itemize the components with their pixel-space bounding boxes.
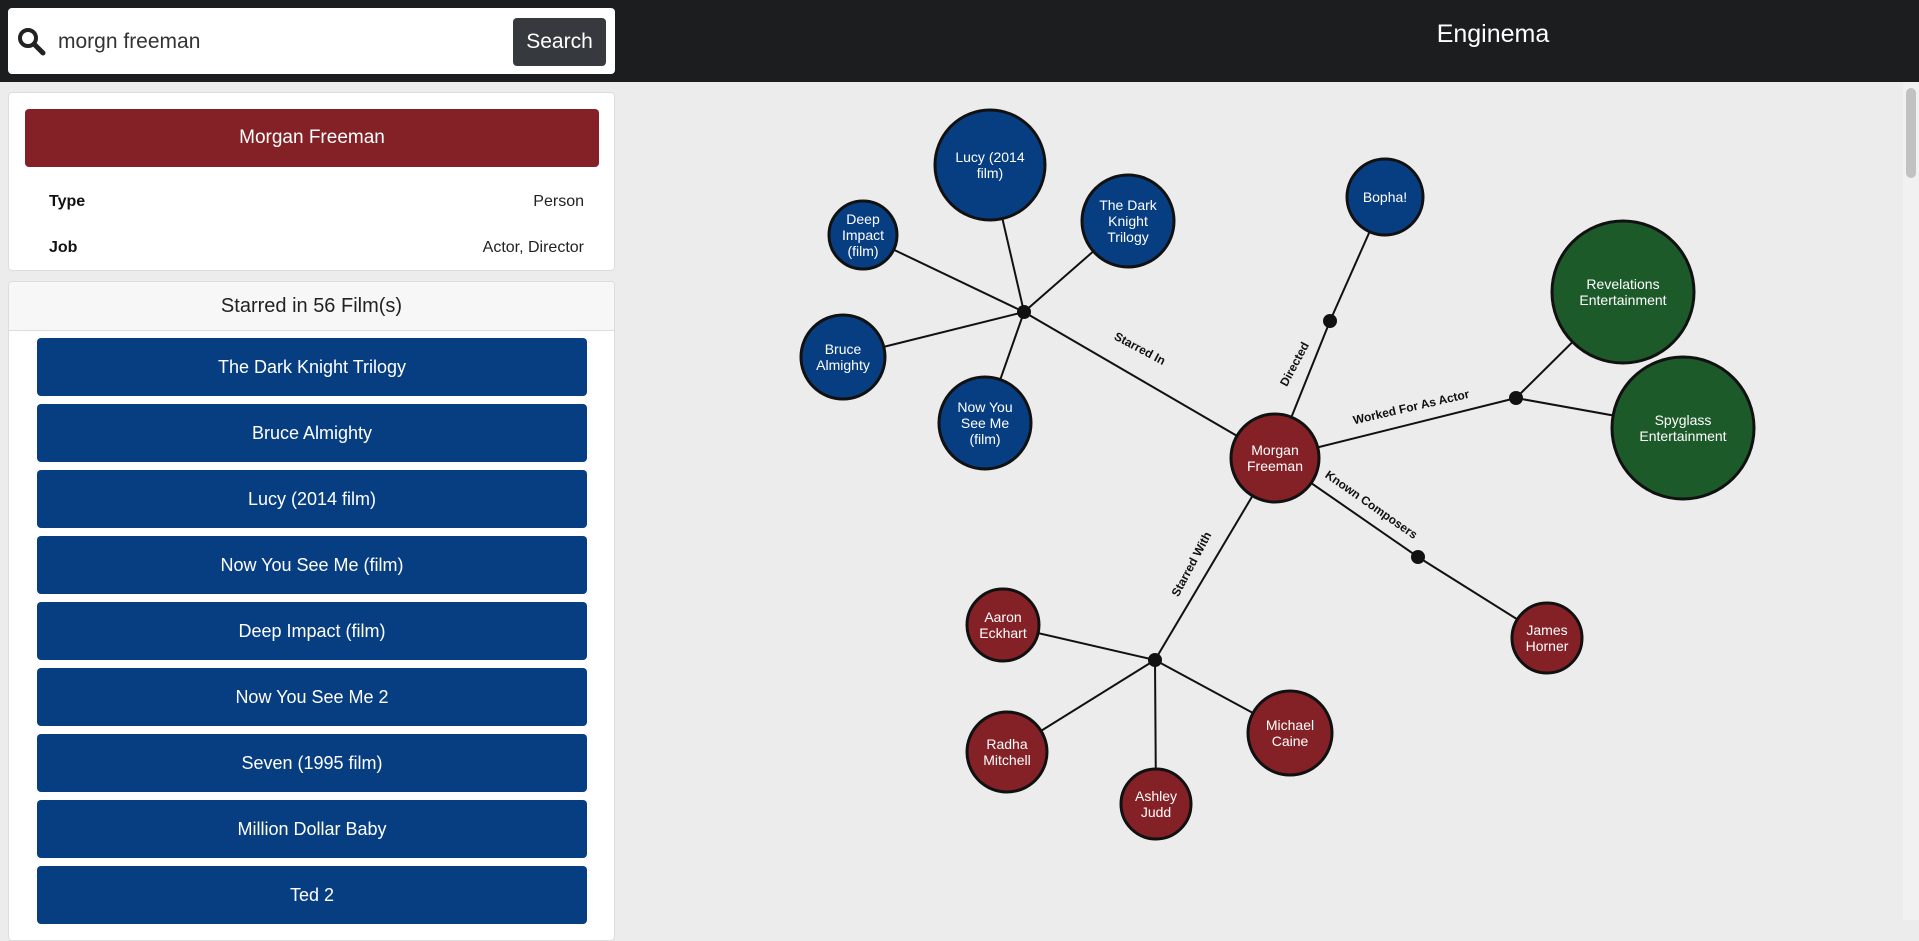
graph-node-label: Entertainment	[1579, 292, 1666, 308]
graph-node-michael[interactable]: MichaelCaine	[1246, 689, 1334, 777]
films-panel: Starred in 56 Film(s) The Dark Knight Tr…	[8, 281, 615, 941]
graph-node-label: Aaron	[984, 609, 1021, 625]
relation-label: Starred With	[1169, 529, 1215, 598]
film-list-item[interactable]: Deep Impact (film)	[37, 602, 587, 660]
graph-node-lucy[interactable]: Lucy (2014film)	[933, 108, 1047, 222]
info-label: Type	[49, 193, 86, 210]
film-list-item[interactable]: Seven (1995 film)	[37, 734, 587, 792]
graph-node-ashley[interactable]: AshleyJudd	[1119, 767, 1193, 841]
graph-node-dark[interactable]: The DarkKnightTrilogy	[1080, 173, 1176, 269]
graph-node-label: Ashley	[1135, 788, 1177, 804]
graph-node-label: Judd	[1141, 804, 1171, 820]
film-list-item[interactable]: Million Dollar Baby	[37, 800, 587, 858]
graph-node-label: Lucy (2014	[955, 149, 1024, 165]
films-header: Starred in 56 Film(s)	[9, 282, 614, 331]
graph-node-label: See Me	[961, 415, 1009, 431]
search-input[interactable]	[56, 22, 510, 62]
graph-node-label: The Dark	[1099, 197, 1158, 213]
graph-node-label: Bopha!	[1363, 189, 1407, 205]
search-bar: Search	[8, 8, 615, 74]
graph-node-label: (film)	[847, 243, 878, 259]
film-list-item[interactable]: Ted 2	[37, 866, 587, 924]
page-scrollbar[interactable]	[1903, 82, 1919, 920]
graph-node-label: Entertainment	[1639, 428, 1726, 444]
film-list-item[interactable]: Now You See Me 2	[37, 668, 587, 726]
film-list-item[interactable]: Now You See Me (film)	[37, 536, 587, 594]
graph-node-bruce[interactable]: BruceAlmighty	[799, 313, 887, 401]
graph-node-label: Deep	[846, 211, 880, 227]
relation-label: Worked For As Actor	[1352, 387, 1471, 427]
top-navbar: Search Enginema	[0, 0, 1919, 82]
info-row-type: Type Person	[49, 187, 584, 217]
graph-node-label: James	[1526, 622, 1567, 638]
info-label: Job	[49, 239, 78, 256]
app-title: Enginema	[1436, 20, 1550, 48]
graph-node-label: film)	[977, 165, 1003, 181]
graph-node-label: Mitchell	[983, 752, 1030, 768]
search-icon	[18, 28, 46, 56]
relation-hub[interactable]	[1148, 653, 1162, 667]
search-button[interactable]: Search	[513, 18, 606, 66]
relation-hub[interactable]	[1411, 550, 1425, 564]
graph-node-label: Now You	[957, 399, 1012, 415]
graph-node-label: (film)	[969, 431, 1000, 447]
entity-name-banner: Morgan Freeman	[25, 109, 599, 167]
graph-nodes: Starred In DirectedWorked For As ActorSta…	[799, 108, 1756, 841]
graph-node-aaron[interactable]: AaronEckhart	[965, 587, 1041, 663]
graph-node-label: Almighty	[816, 357, 870, 373]
graph-node-label: Knight	[1108, 213, 1148, 229]
graph-node-label: Impact	[842, 227, 884, 243]
graph-node-label: Bruce	[825, 341, 862, 357]
graph-node-label: Freeman	[1247, 458, 1303, 474]
film-list-item[interactable]: Bruce Almighty	[37, 404, 587, 462]
relation-label: Starred In	[1112, 329, 1168, 368]
graph-node-label: Caine	[1272, 733, 1309, 749]
graph-node-radha[interactable]: RadhaMitchell	[965, 710, 1049, 794]
film-list-item[interactable]: The Dark Knight Trilogy	[37, 338, 587, 396]
graph-node-label: Trilogy	[1107, 229, 1149, 245]
graph-node-center[interactable]: MorganFreeman	[1229, 412, 1321, 504]
film-list-item[interactable]: Lucy (2014 film)	[37, 470, 587, 528]
graph-node-deep[interactable]: DeepImpact(film)	[827, 199, 899, 271]
relation-hub[interactable]	[1509, 391, 1523, 405]
graph-node-label: Radha	[986, 736, 1027, 752]
relation-label: Known Composers	[1322, 468, 1420, 542]
entity-info-card: Morgan Freeman Type Person Job Actor, Di…	[8, 92, 615, 271]
graph-node-label: Eckhart	[979, 625, 1027, 641]
relation-hub[interactable]	[1323, 314, 1337, 328]
graph-node-label: Morgan	[1251, 442, 1298, 458]
graph-node-label: Revelations	[1586, 276, 1659, 292]
graph-node-bopha[interactable]: Bopha!	[1345, 157, 1425, 237]
graph-node-spy[interactable]: SpyglassEntertainment	[1610, 355, 1756, 501]
graph-node-rev[interactable]: RevelationsEntertainment	[1550, 219, 1696, 365]
relation-hub[interactable]	[1017, 305, 1031, 319]
graph-node-label: Michael	[1266, 717, 1314, 733]
graph-node-label: Horner	[1526, 638, 1569, 654]
info-row-job: Job Actor, Director	[49, 233, 584, 263]
scrollbar-thumb[interactable]	[1906, 88, 1916, 178]
graph-node-nysm[interactable]: Now YouSee Me(film)	[937, 375, 1033, 471]
graph-node-james[interactable]: JamesHorner	[1510, 601, 1584, 675]
info-value: Person	[533, 193, 584, 210]
relationship-graph[interactable]: Starred In DirectedWorked For As ActorSta…	[625, 82, 1903, 920]
graph-node-label: Spyglass	[1655, 412, 1712, 428]
info-value: Actor, Director	[482, 239, 584, 256]
